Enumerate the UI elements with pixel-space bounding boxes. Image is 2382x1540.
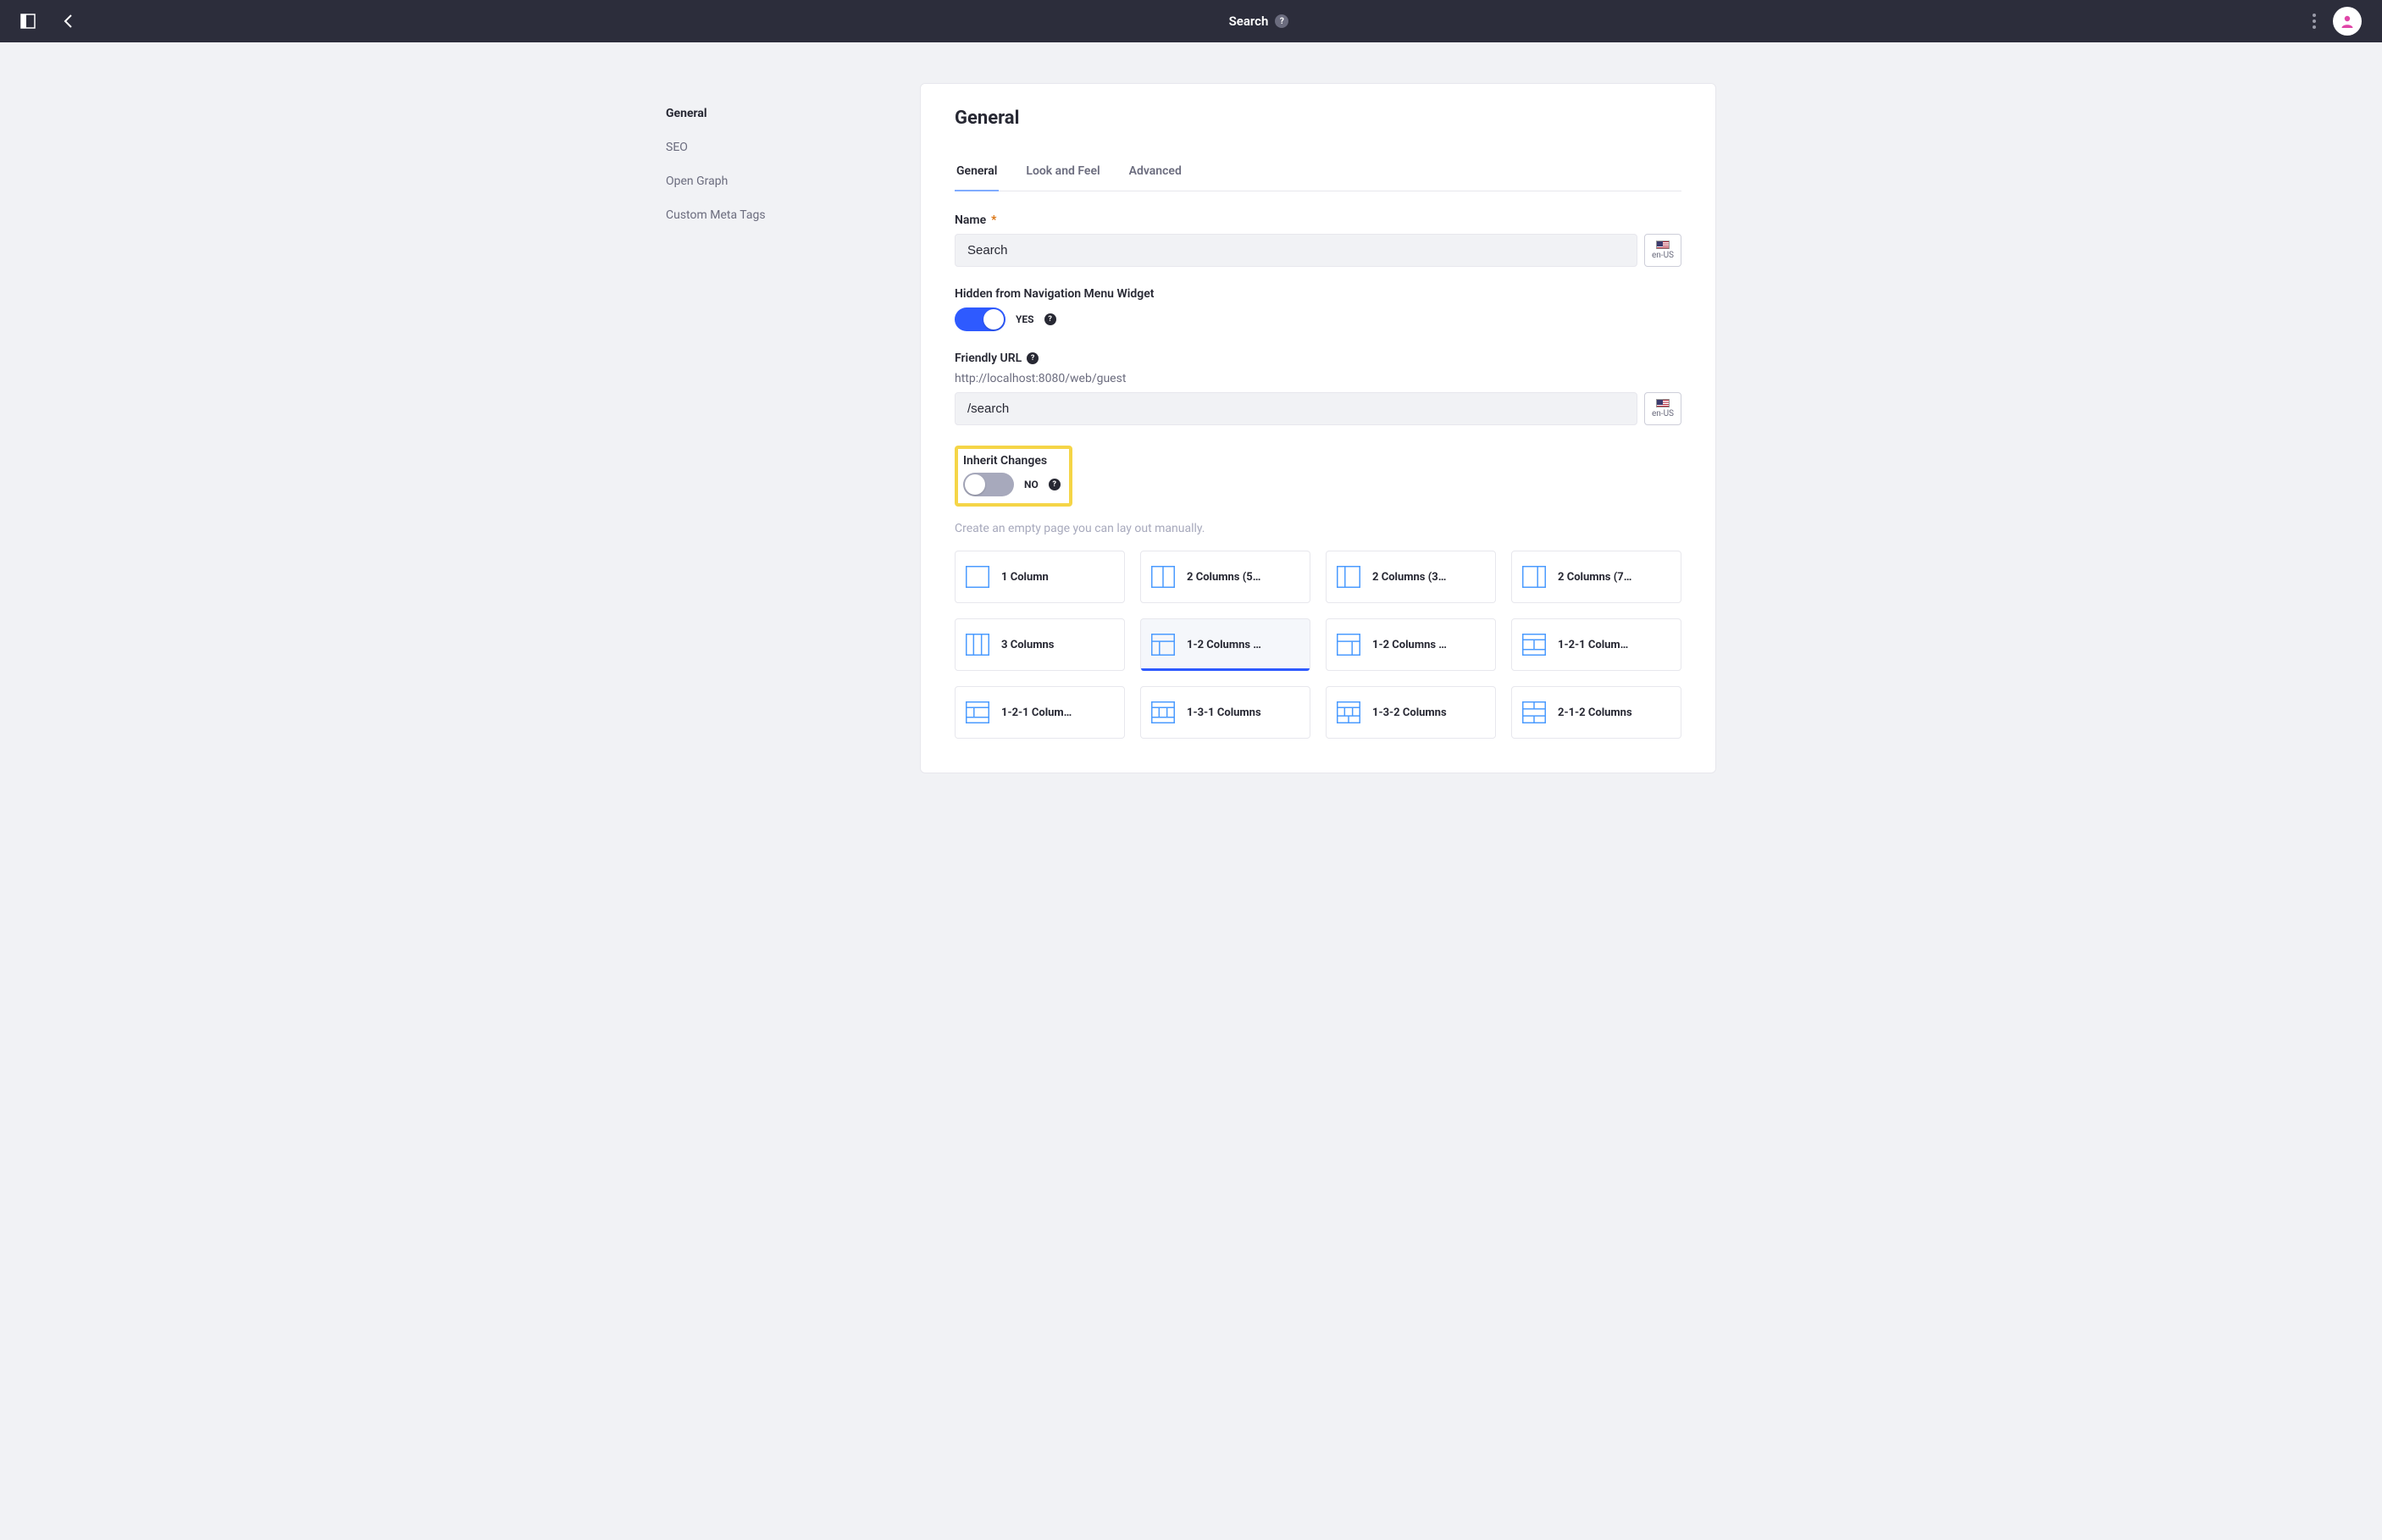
layout-card[interactable]: 1-2-1 Colum… bbox=[955, 686, 1125, 739]
layout-grid: 1 Column 2 Columns (5… 2 Columns (3… 2 Colu… bbox=[955, 551, 1681, 739]
topbar-left bbox=[20, 14, 258, 29]
page-title: Search bbox=[1229, 14, 1269, 29]
page-body: GeneralSEOOpen GraphCustom Meta Tags Gen… bbox=[607, 42, 1775, 807]
layout-card[interactable]: 1-2 Columns … bbox=[1326, 618, 1496, 671]
layout-hint: Create an empty page you can lay out man… bbox=[955, 522, 1681, 535]
panel-heading: General bbox=[955, 108, 1681, 129]
tab-general[interactable]: General bbox=[955, 159, 999, 191]
friendly-url-label: Friendly URL ? bbox=[955, 352, 1681, 365]
layout-icon bbox=[1522, 634, 1546, 656]
tab-advanced[interactable]: Advanced bbox=[1127, 159, 1183, 191]
locale-button-name[interactable]: en-US bbox=[1644, 234, 1681, 267]
name-label: Name * bbox=[955, 213, 1681, 227]
us-flag-icon bbox=[1656, 241, 1670, 249]
sidenav-item-open-graph[interactable]: Open Graph bbox=[666, 164, 920, 198]
sidenav-item-general[interactable]: General bbox=[666, 97, 920, 130]
layout-icon bbox=[1337, 566, 1360, 588]
layout-card[interactable]: 2-1-2 Columns bbox=[1511, 686, 1681, 739]
layout-label: 3 Columns bbox=[1001, 639, 1054, 651]
help-icon[interactable]: ? bbox=[1027, 352, 1039, 364]
layout-icon bbox=[966, 634, 989, 656]
layout-card[interactable]: 1 Column bbox=[955, 551, 1125, 603]
friendly-url-input[interactable] bbox=[955, 392, 1637, 425]
inherit-toggle[interactable] bbox=[963, 473, 1014, 496]
friendly-url-field: Friendly URL ? http://localhost:8080/web… bbox=[955, 352, 1681, 425]
hidden-toggle[interactable] bbox=[955, 307, 1005, 331]
sidenav-item-custom-meta-tags[interactable]: Custom Meta Tags bbox=[666, 198, 920, 232]
layout-label: 2 Columns (3… bbox=[1372, 571, 1446, 584]
layout-label: 1-3-1 Columns bbox=[1187, 706, 1261, 719]
sidenav: GeneralSEOOpen GraphCustom Meta Tags bbox=[666, 83, 920, 232]
tabs: General Look and Feel Advanced bbox=[955, 159, 1681, 191]
inherit-changes-highlight: Inherit Changes NO ? bbox=[955, 446, 1072, 507]
layout-card[interactable]: 1-3-1 Columns bbox=[1140, 686, 1310, 739]
layout-label: 1-3-2 Columns bbox=[1372, 706, 1447, 719]
layout-card[interactable]: 1-3-2 Columns bbox=[1326, 686, 1496, 739]
layout-icon bbox=[1151, 634, 1175, 656]
layout-label: 1-2-1 Colum… bbox=[1558, 639, 1628, 651]
layout-label: 2 Columns (7… bbox=[1558, 571, 1631, 584]
layout-icon bbox=[966, 701, 989, 723]
layout-card[interactable]: 2 Columns (5… bbox=[1140, 551, 1310, 603]
inherit-toggle-state: NO bbox=[1024, 479, 1039, 490]
help-icon[interactable]: ? bbox=[1275, 14, 1288, 28]
topbar-right bbox=[2260, 7, 2362, 36]
back-button[interactable] bbox=[61, 14, 76, 29]
layout-card[interactable]: 1-2-1 Colum… bbox=[1511, 618, 1681, 671]
sidenav-item-seo[interactable]: SEO bbox=[666, 130, 920, 164]
help-icon[interactable]: ? bbox=[1044, 313, 1056, 325]
layout-icon bbox=[1337, 701, 1360, 723]
hidden-label: Hidden from Navigation Menu Widget bbox=[955, 287, 1681, 301]
layout-label: 2 Columns (5… bbox=[1187, 571, 1260, 584]
layout-label: 1-2-1 Colum… bbox=[1001, 706, 1072, 719]
sidebar-toggle-icon[interactable] bbox=[20, 14, 36, 29]
layout-icon bbox=[1337, 634, 1360, 656]
layout-card[interactable]: 1-2 Columns … bbox=[1140, 618, 1310, 671]
layout-icon bbox=[1522, 701, 1546, 723]
layout-label: 1-2 Columns … bbox=[1372, 639, 1447, 651]
main-panel: General General Look and Feel Advanced Nam… bbox=[920, 83, 1716, 773]
help-icon[interactable]: ? bbox=[1049, 479, 1061, 490]
name-input[interactable] bbox=[955, 234, 1637, 267]
us-flag-icon bbox=[1656, 399, 1670, 407]
topbar-title-group: Search ? bbox=[258, 14, 2260, 29]
name-field: Name * en-US bbox=[955, 213, 1681, 267]
layout-label: 1 Column bbox=[1001, 571, 1049, 584]
layout-card[interactable]: 2 Columns (7… bbox=[1511, 551, 1681, 603]
avatar[interactable] bbox=[2333, 7, 2362, 36]
layout-label: 2-1-2 Columns bbox=[1558, 706, 1632, 719]
layout-card[interactable]: 2 Columns (3… bbox=[1326, 551, 1496, 603]
required-indicator: * bbox=[991, 213, 996, 227]
tab-look-and-feel[interactable]: Look and Feel bbox=[1024, 159, 1101, 191]
layout-card[interactable]: 3 Columns bbox=[955, 618, 1125, 671]
layout-icon bbox=[966, 566, 989, 588]
hidden-field: Hidden from Navigation Menu Widget YES ? bbox=[955, 287, 1681, 331]
hidden-toggle-state: YES bbox=[1016, 313, 1034, 325]
layout-icon bbox=[1151, 701, 1175, 723]
friendly-url-base: http://localhost:8080/web/guest bbox=[955, 372, 1681, 385]
inherit-label: Inherit Changes bbox=[963, 454, 1061, 468]
layout-icon bbox=[1151, 566, 1175, 588]
locale-button-url[interactable]: en-US bbox=[1644, 392, 1681, 425]
layout-icon bbox=[1522, 566, 1546, 588]
topbar: Search ? bbox=[0, 0, 2382, 42]
layout-label: 1-2 Columns … bbox=[1187, 639, 1261, 651]
kebab-menu-icon[interactable] bbox=[2313, 14, 2316, 29]
